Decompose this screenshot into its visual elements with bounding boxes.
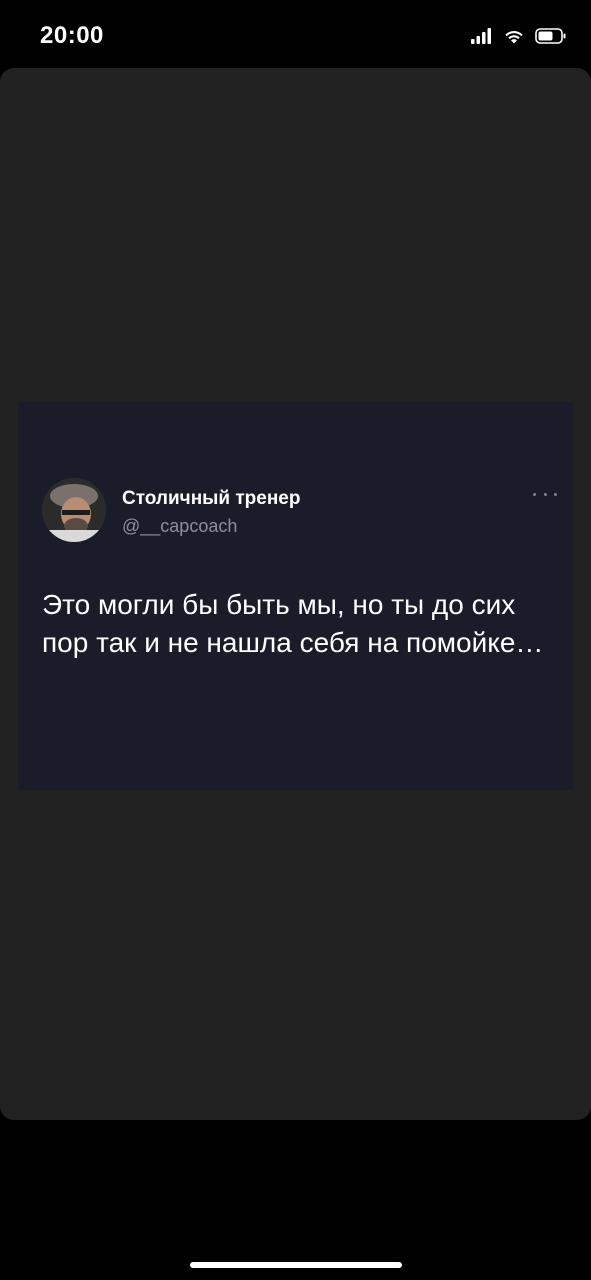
avatar: [42, 478, 106, 542]
battery-icon: [535, 28, 567, 44]
author-handle: @__capcoach: [122, 516, 238, 536]
tweet-text: Это могли бы быть мы, но ты до сих пор т…: [42, 589, 544, 658]
story-card[interactable]: Столичный тренер @__capcoach Это могли б…: [0, 68, 591, 1120]
more-options-icon: [533, 488, 557, 500]
tweet-screenshot: Столичный тренер @__capcoach Это могли б…: [18, 402, 573, 790]
author-name: Столичный тренер: [122, 488, 301, 509]
wifi-icon: [503, 28, 525, 44]
home-indicator[interactable]: [190, 1262, 402, 1268]
status-bar: 20:00: [0, 0, 591, 68]
status-time: 20:00: [40, 22, 104, 49]
status-icons: [471, 24, 567, 48]
cellular-signal-icon: [471, 28, 493, 44]
